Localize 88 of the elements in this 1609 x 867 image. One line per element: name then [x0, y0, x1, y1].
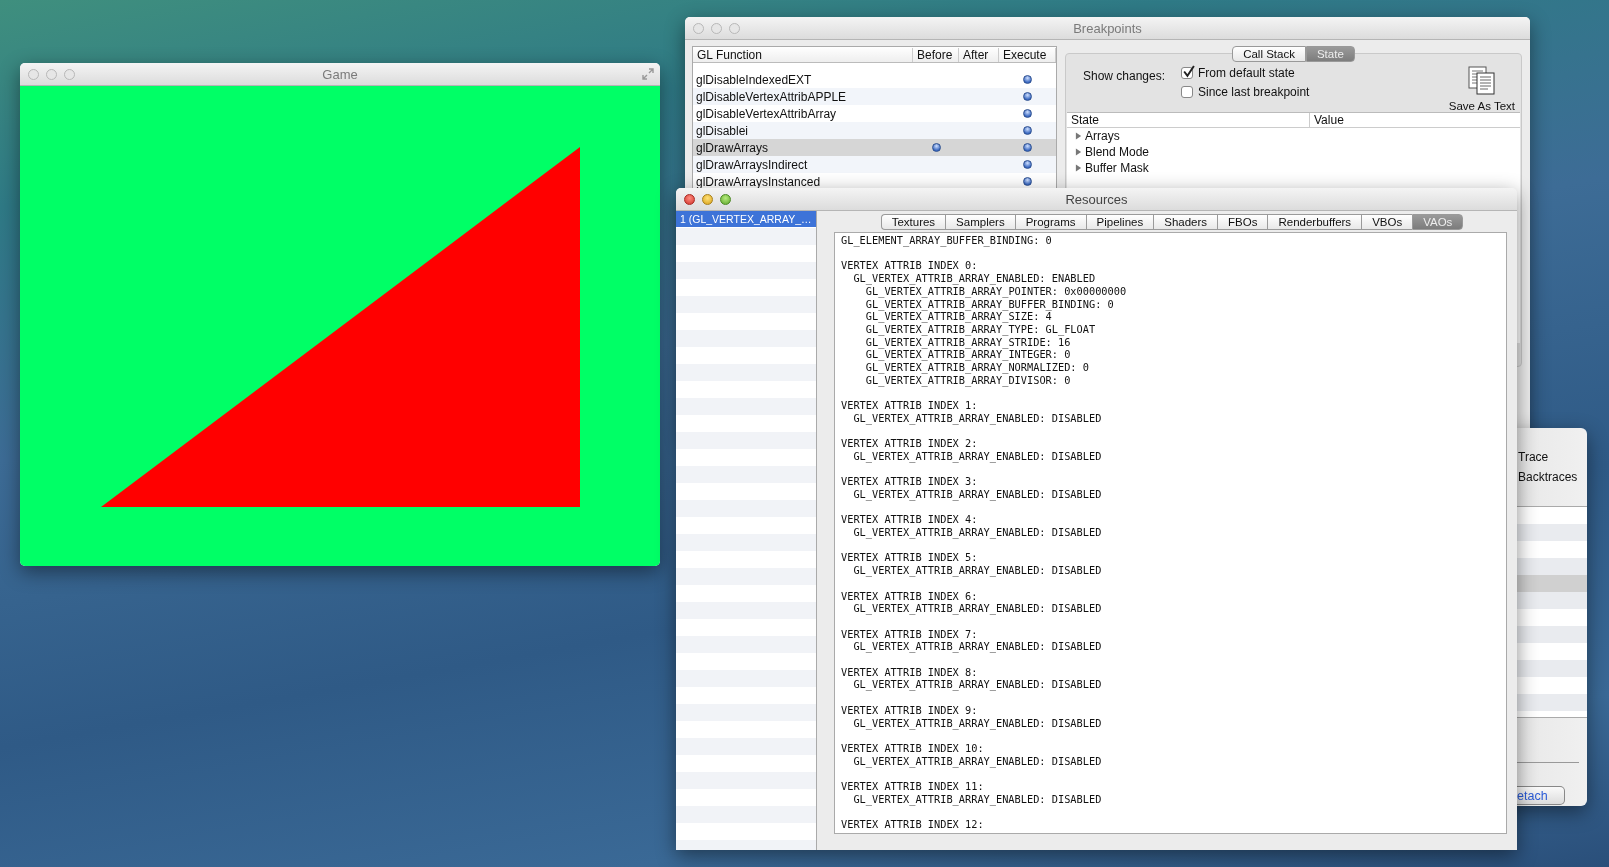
resource-tab[interactable]: Programs — [1014, 214, 1086, 230]
column-header[interactable]: GL Function — [693, 47, 913, 62]
zoom-button[interactable] — [720, 193, 731, 205]
code-line: GL_VERTEX_ATTRIB_ARRAY_POINTER: 0x00000000 — [865, 284, 1127, 298]
code-line: GL_VERTEX_ATTRIB_ARRAY_ENABLED: DISABLED — [853, 716, 1102, 730]
column-header[interactable]: After — [959, 47, 999, 62]
code-line: VERTEX ATTRIB INDEX 9: — [841, 703, 978, 717]
show-changes-label: Show changes: — [1083, 69, 1167, 83]
resource-tab[interactable]: VBOs — [1361, 214, 1413, 230]
object-item[interactable]: 1 (GL_VERTEX_ARRAY_… — [676, 211, 816, 227]
code-line: GL_VERTEX_ATTRIB_ARRAY_ENABLED: DISABLED — [853, 411, 1102, 425]
code-line: GL_VERTEX_ATTRIB_ARRAY_ENABLED: DISABLED — [853, 526, 1102, 539]
code-line: GL_VERTEX_ATTRIB_ARRAY_STRIDE: 16 — [865, 335, 1071, 349]
code-line: VERTEX ATTRIB INDEX 5: — [841, 551, 978, 565]
code-line: GL_VERTEX_ATTRIB_ARRAY_ENABLED: DISABLED — [853, 678, 1102, 692]
code-line: GL_VERTEX_ATTRIB_ARRAY_ENABLED: DISABLED — [853, 640, 1102, 654]
breakpoint-dot[interactable] — [1023, 126, 1032, 135]
disclosure-triangle-icon[interactable] — [1075, 164, 1082, 172]
code-line: GL_VERTEX_ATTRIB_ARRAY_ENABLED: DISABLED — [853, 792, 1102, 806]
code-line: VERTEX ATTRIB INDEX 7: — [841, 627, 978, 641]
code-line: GL_VERTEX_ATTRIB_ARRAY_ENABLED: DISABLED — [853, 449, 1102, 463]
function-row[interactable]: glDisableIndexedEXT — [693, 71, 1056, 88]
close-button[interactable] — [684, 193, 695, 205]
code-line: VERTEX ATTRIB INDEX 0: — [841, 259, 978, 273]
save-as-text-button[interactable]: Save As Text — [1448, 66, 1515, 112]
column-header[interactable]: Before — [913, 47, 959, 62]
function-row[interactable]: glDrawArraysInstanced — [693, 173, 1056, 190]
column-header[interactable]: Value — [1310, 113, 1344, 127]
segment-tab[interactable]: Call Stack — [1232, 46, 1306, 62]
code-line: GL_VERTEX_ATTRIB_ARRAY_ENABLED: DISABLED — [853, 602, 1102, 615]
code-line: GL_VERTEX_ATTRIB_ARRAY_TYPE: GL_FLOAT — [865, 322, 1096, 336]
code-line: GL_VERTEX_ATTRIB_ARRAY_ENABLED: DISABLED — [853, 564, 1102, 577]
code-line: GL_VERTEX_ATTRIB_ARRAY_DIVISOR: 0 — [865, 373, 1071, 387]
resource-tab[interactable]: FBOs — [1217, 214, 1268, 230]
detach-button[interactable]: etach — [1517, 786, 1565, 805]
code-line: VERTEX ATTRIB INDEX 12: — [841, 818, 984, 831]
resource-tab[interactable]: Pipelines — [1085, 214, 1154, 230]
code-line: GL_VERTEX_ATTRIB_ARRAY_NORMALIZED: 0 — [865, 361, 1089, 374]
function-row[interactable]: glDrawArrays — [693, 139, 1056, 156]
checkbox[interactable] — [1181, 86, 1193, 98]
resource-tab[interactable]: Samplers — [945, 214, 1015, 230]
checkbox-label[interactable]: From default state — [1198, 66, 1295, 80]
resource-tab[interactable]: Renderbuffers — [1267, 214, 1362, 230]
disclosure-triangle-icon[interactable] — [1075, 148, 1082, 156]
code-line: VERTEX ATTRIB INDEX 8: — [841, 665, 978, 679]
documents-icon — [1467, 66, 1496, 96]
state-row[interactable]: Blend Mode — [1067, 144, 1520, 160]
resource-tab[interactable]: Textures — [880, 214, 946, 230]
window-title: Resources — [1065, 191, 1128, 207]
state-row[interactable]: Arrays — [1067, 128, 1520, 144]
function-row[interactable]: glDisableVertexAttribArray — [693, 105, 1056, 122]
function-row[interactable]: glDrawArraysIndirect — [693, 156, 1056, 173]
resource-tab[interactable]: Shaders — [1153, 214, 1218, 230]
breakpoint-dot[interactable] — [1023, 75, 1032, 84]
breakpoint-dot[interactable] — [1023, 92, 1032, 101]
function-row[interactable]: glDisableVertexAttribAPPLE — [693, 88, 1056, 105]
code-line: GL_ELEMENT_ARRAY_BUFFER_BINDING: 0 — [841, 234, 1052, 247]
option-label: Backtraces — [1518, 470, 1579, 484]
fullscreen-icon[interactable] — [642, 68, 654, 80]
window-title: Game — [322, 66, 358, 82]
code-line: VERTEX ATTRIB INDEX 6: — [841, 589, 978, 603]
option-label: Trace — [1518, 450, 1550, 464]
column-header[interactable]: State — [1067, 113, 1310, 127]
code-line: VERTEX ATTRIB INDEX 4: — [841, 513, 978, 527]
breakpoint-dot[interactable] — [1023, 109, 1032, 118]
window-title: Breakpoints — [1073, 20, 1142, 36]
code-line: VERTEX ATTRIB INDEX 2: — [841, 437, 978, 450]
checkbox[interactable] — [1181, 67, 1193, 79]
code-line: VERTEX ATTRIB INDEX 3: — [841, 475, 978, 488]
column-header[interactable]: Execute — [999, 47, 1056, 62]
breakpoint-dot[interactable] — [1023, 177, 1032, 186]
checkbox-label[interactable]: Since last breakpoint — [1198, 85, 1310, 99]
function-row[interactable]: glDisablei — [693, 122, 1056, 139]
breakpoint-dot[interactable] — [1023, 143, 1032, 152]
code-line: VERTEX ATTRIB INDEX 11: — [841, 780, 984, 793]
disclosure-triangle-icon[interactable] — [1075, 132, 1082, 140]
code-line: GL_VERTEX_ATTRIB_ARRAY_BUFFER_BINDING: 0 — [865, 297, 1114, 311]
code-line: GL_VERTEX_ATTRIB_ARRAY_ENABLED: DISABLED — [853, 754, 1102, 768]
minimize-button[interactable] — [702, 193, 713, 205]
code-line: VERTEX ATTRIB INDEX 10: — [841, 741, 984, 755]
breakpoint-dot[interactable] — [931, 143, 941, 152]
code-line: GL_VERTEX_ATTRIB_ARRAY_ENABLED: DISABLED — [853, 488, 1102, 501]
state-row[interactable]: Buffer Mask — [1067, 160, 1520, 176]
code-line: GL_VERTEX_ATTRIB_ARRAY_INTEGER: 0 — [865, 348, 1071, 361]
code-line: GL_VERTEX_ATTRIB_ARRAY_SIZE: 4 — [865, 310, 1052, 323]
code-line: VERTEX ATTRIB INDEX 1: — [841, 399, 978, 412]
breakpoint-dot[interactable] — [1023, 160, 1032, 169]
code-line: GL_VERTEX_ATTRIB_ARRAY_ENABLED: ENABLED — [853, 272, 1096, 285]
